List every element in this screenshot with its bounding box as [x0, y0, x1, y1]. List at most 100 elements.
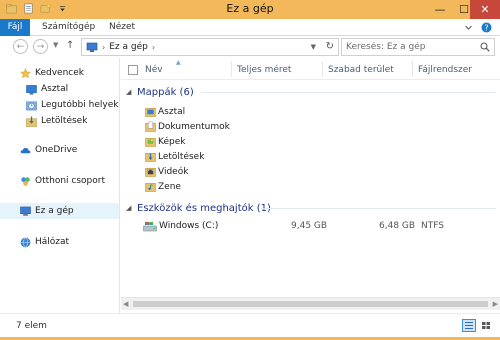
navigation-pane: Kedvencek Asztal Legutóbbi helyek Letölt… [0, 58, 120, 313]
onedrive-icon [20, 147, 31, 153]
nav-item-label: Otthoni csoport [35, 176, 106, 186]
group-header-drives[interactable]: ◢ Eszközök és meghajtók (1) [121, 201, 500, 215]
computer-icon [20, 206, 31, 216]
select-all-checkbox[interactable] [128, 65, 138, 75]
recent-locations-dropdown-icon[interactable]: ▼ [53, 41, 58, 49]
downloads-folder-icon [145, 153, 156, 162]
refresh-icon[interactable]: ↻ [326, 41, 334, 52]
item-name: Képek [158, 136, 186, 147]
list-item[interactable]: Zene [121, 179, 500, 194]
item-name: Asztal [158, 106, 186, 117]
large-icons-view-button[interactable] [479, 319, 493, 332]
large-icons-view-icon [482, 322, 490, 329]
nav-item-label: Letöltések [41, 116, 88, 126]
breadcrumb-separator[interactable]: › [102, 43, 105, 52]
star-icon [20, 67, 31, 78]
list-item[interactable]: Dokumentumok [121, 119, 500, 134]
item-name: Dokumentumok [158, 121, 230, 132]
nav-item-downloads[interactable]: Letöltések [0, 113, 119, 129]
search-input[interactable] [346, 42, 476, 52]
column-divider[interactable] [322, 61, 323, 77]
breadcrumb-separator[interactable]: › [152, 43, 155, 52]
music-folder-icon [145, 183, 156, 192]
details-view-button[interactable] [462, 319, 476, 332]
drive-total-size: 9,45 GB [291, 221, 328, 231]
nav-item-onedrive[interactable]: OneDrive [0, 142, 119, 158]
forward-button[interactable]: → [33, 39, 48, 54]
ribbon-tabs: Fájl Számítógép Nézet ? [0, 19, 500, 36]
nav-item-favorites[interactable]: Kedvencek [0, 65, 119, 81]
drive-row[interactable]: Windows (C:) 9,45 GB 6,48 GB NTFS [121, 219, 500, 234]
tab-file[interactable]: Fájl [0, 19, 30, 36]
sort-arrow-icon: ▲ [176, 59, 181, 66]
tab-computer[interactable]: Számítógép [34, 19, 103, 36]
nav-item-label: OneDrive [35, 145, 78, 155]
nav-item-network[interactable]: Hálózat [0, 234, 119, 250]
breadcrumb-item[interactable]: Ez a gép [109, 42, 148, 52]
explorer-window: Ez a gép — ☐ ✕ Fájl Számítógép Nézet ? ←… [0, 0, 500, 340]
collapse-icon[interactable]: ◢ [126, 88, 131, 96]
column-file-system[interactable]: Fájlrendszer [418, 65, 472, 75]
nav-item-label: Legutóbbi helyek [41, 100, 119, 110]
downloads-icon [26, 115, 37, 127]
column-free-space[interactable]: Szabad terület [328, 65, 394, 75]
search-icon[interactable] [480, 42, 490, 52]
title-bar[interactable]: Ez a gép — ☐ ✕ [0, 0, 500, 19]
scrollbar-thumb[interactable] [133, 301, 488, 307]
group-title: Eszközök és meghajtók (1) [137, 202, 271, 214]
column-header: ▲ Név Teljes méret Szabad terület Fájlre… [121, 58, 500, 80]
list-item[interactable]: Képek [121, 134, 500, 149]
column-name[interactable]: Név [145, 65, 163, 75]
horizontal-scrollbar[interactable]: ◀ ▶ [121, 297, 500, 310]
column-total-size[interactable]: Teljes méret [237, 65, 291, 75]
videos-folder-icon [145, 168, 156, 177]
status-bar: 7 elem [0, 313, 500, 337]
close-button[interactable]: ✕ [470, 0, 500, 19]
documents-folder-icon [145, 121, 156, 132]
desktop-icon [26, 84, 37, 95]
minimize-button[interactable]: — [428, 0, 452, 19]
item-count: 7 elem [16, 321, 47, 331]
hard-drive-icon [143, 222, 157, 232]
list-item[interactable]: Asztal [121, 104, 500, 119]
details-view-icon [465, 322, 473, 329]
help-icon[interactable]: ? [481, 22, 492, 33]
scroll-right-icon[interactable]: ▶ [493, 300, 498, 308]
recent-places-icon [26, 101, 37, 110]
main-area: Kedvencek Asztal Legutóbbi helyek Letölt… [0, 58, 500, 313]
up-button[interactable]: ↑ [66, 40, 74, 51]
network-icon [20, 237, 31, 247]
address-dropdown-icon[interactable]: ▼ [311, 43, 316, 51]
content-pane: ▲ Név Teljes méret Szabad terület Fájlre… [121, 58, 500, 313]
item-name: Letöltések [158, 151, 205, 162]
address-row: ← → ▼ ↑ › Ez a gép › ▼ ↻ [0, 36, 500, 58]
column-divider[interactable] [231, 61, 232, 77]
desktop-folder-icon [145, 108, 156, 117]
nav-item-homegroup[interactable]: Otthoni csoport [0, 173, 119, 189]
column-divider[interactable] [412, 61, 413, 77]
tab-view[interactable]: Nézet [101, 19, 143, 36]
group-header-folders[interactable]: ◢ Mappák (6) [121, 85, 500, 99]
item-name: Videók [158, 166, 189, 177]
drive-free-space: 6,48 GB [379, 221, 416, 231]
drive-file-system: NTFS [421, 221, 444, 231]
address-bar[interactable]: › Ez a gép › ▼ ↻ [81, 38, 339, 56]
item-name: Zene [158, 181, 181, 192]
search-box[interactable] [341, 38, 495, 56]
list-item[interactable]: Letöltések [121, 149, 500, 164]
nav-item-label: Ez a gép [35, 206, 74, 216]
back-button[interactable]: ← [13, 39, 28, 54]
group-title: Mappák (6) [137, 86, 194, 98]
group-divider [261, 208, 496, 209]
nav-item-desktop[interactable]: Asztal [0, 81, 119, 97]
group-divider [201, 92, 496, 93]
window-title: Ez a gép [226, 2, 274, 15]
drive-name: Windows (C:) [159, 221, 219, 231]
ribbon-right-controls: ? [464, 22, 492, 33]
scroll-left-icon[interactable]: ◀ [123, 300, 128, 308]
list-item[interactable]: Videók [121, 164, 500, 179]
nav-item-recent-places[interactable]: Legutóbbi helyek [0, 97, 119, 113]
collapse-icon[interactable]: ◢ [126, 204, 131, 212]
nav-item-this-pc[interactable]: Ez a gép [0, 203, 119, 219]
expand-ribbon-icon[interactable] [464, 23, 473, 32]
